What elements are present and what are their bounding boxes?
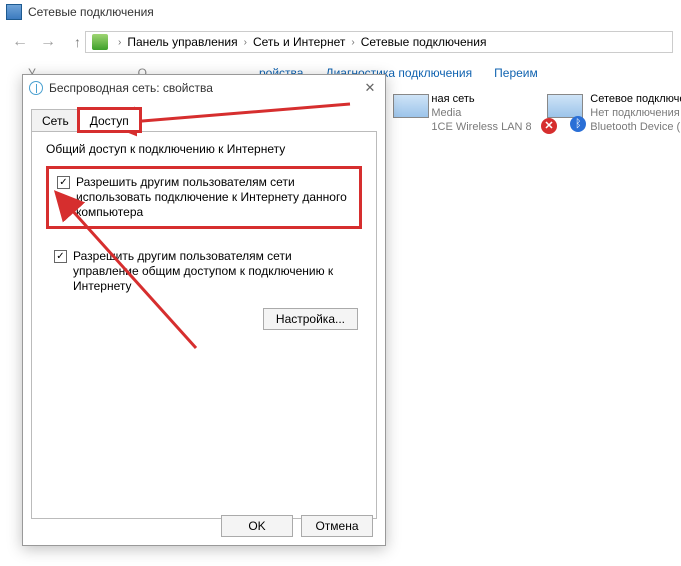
network-adapter-icon: ✕ ᛒ [545, 92, 584, 130]
properties-dialog: Беспроводная сеть: свойства ✕ Сеть Досту… [22, 74, 386, 546]
dialog-tabs: Сеть Доступ [23, 101, 385, 131]
breadcrumb-level3[interactable]: Сетевые подключения [361, 35, 487, 49]
connection-text: ная сеть Media 1CE Wireless LAN 802... [431, 92, 531, 134]
group-label-ics: Общий доступ к подключению к Интернету [46, 142, 362, 156]
control-panel-icon [92, 34, 108, 50]
dialog-button-row: OK Отмена [221, 515, 373, 537]
nav-bar: ← → ↑ › Панель управления › Сеть и Интер… [0, 28, 681, 56]
connection-device: Bluetooth Device (P [590, 120, 681, 134]
connection-device: 1CE Wireless LAN 802... [431, 120, 531, 134]
bluetooth-icon: ᛒ [570, 116, 586, 132]
checkbox-label-allow-share: Разрешить другим пользователям сети испо… [76, 175, 351, 220]
toolbar-item-rename[interactable]: Переим [494, 66, 538, 80]
dialog-titlebar: Беспроводная сеть: свойства ✕ [23, 75, 385, 101]
disconnected-icon: ✕ [541, 118, 557, 134]
connection-item-bluetooth[interactable]: ✕ ᛒ Сетевое подключен Нет подключения Bl… [545, 92, 681, 134]
dialog-title-text: Беспроводная сеть: свойства [49, 81, 213, 95]
connection-text: Сетевое подключен Нет подключения Blueto… [590, 92, 681, 134]
checkbox-icon[interactable]: ✓ [57, 176, 70, 189]
connections-list: ная сеть Media 1CE Wireless LAN 802... ✕… [391, 92, 681, 134]
breadcrumb-level2[interactable]: Сеть и Интернет [253, 35, 345, 49]
checkbox-icon[interactable]: ✓ [54, 250, 67, 263]
wifi-icon [29, 81, 43, 95]
checkbox-row-allow-share[interactable]: ✓ Разрешить другим пользователям сети ис… [46, 166, 362, 229]
chevron-right-icon: › [114, 37, 125, 48]
chevron-right-icon: › [347, 37, 358, 48]
cancel-button[interactable]: Отмена [301, 515, 373, 537]
network-adapter-icon [391, 92, 425, 130]
close-button[interactable]: ✕ [361, 79, 379, 97]
settings-button[interactable]: Настройка... [263, 308, 358, 330]
window-title-text: Сетевые подключения [28, 5, 154, 19]
connection-name: Сетевое подключен [590, 92, 681, 106]
up-button[interactable]: ↑ [74, 34, 81, 50]
breadcrumb-level1[interactable]: Панель управления [127, 35, 237, 49]
tab-sharing[interactable]: Доступ [79, 109, 140, 131]
back-button[interactable]: ← [8, 33, 32, 51]
breadcrumb[interactable]: › Панель управления › Сеть и Интернет › … [85, 31, 673, 53]
connection-item-wifi[interactable]: ная сеть Media 1CE Wireless LAN 802... [391, 92, 531, 134]
checkbox-row-allow-control[interactable]: ✓ Разрешить другим пользователям сети уп… [46, 243, 362, 300]
chevron-right-icon: › [240, 37, 251, 48]
window-icon [6, 4, 22, 20]
connection-status: Нет подключения [590, 106, 681, 120]
ok-button[interactable]: OK [221, 515, 293, 537]
forward-button[interactable]: → [36, 33, 60, 51]
tab-network[interactable]: Сеть [31, 109, 80, 131]
connection-name: ная сеть [431, 92, 531, 106]
explorer-window-title: Сетевые подключения [6, 4, 154, 20]
checkbox-label-allow-control: Разрешить другим пользователям сети упра… [73, 249, 354, 294]
connection-status: Media [431, 106, 531, 120]
dialog-body: Общий доступ к подключению к Интернету ✓… [31, 131, 377, 519]
